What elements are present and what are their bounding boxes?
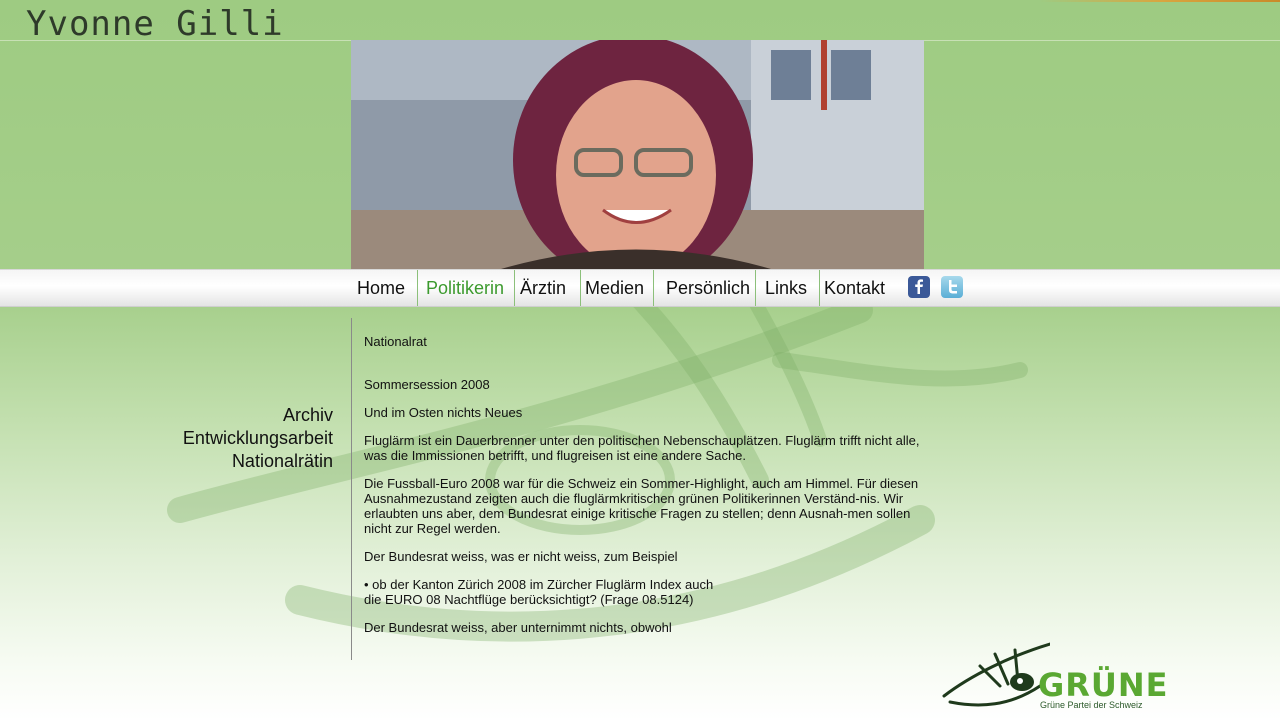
nav-separator bbox=[514, 270, 515, 306]
site-title: Yvonne Gilli bbox=[26, 4, 284, 44]
content-divider bbox=[351, 318, 352, 660]
article-paragraph: Fluglärm ist ein Dauerbrenner unter den … bbox=[364, 433, 920, 463]
nav-separator bbox=[819, 270, 820, 306]
sunflower-icon bbox=[942, 642, 1050, 707]
session-title: Sommersession 2008 bbox=[364, 377, 490, 392]
article-content: Nationalrat Sommersession 2008 Und im Os… bbox=[364, 334, 924, 648]
sidebar-item-nationalraetin[interactable]: Nationalrätin bbox=[183, 450, 333, 473]
nav-separator bbox=[417, 270, 418, 306]
twitter-icon[interactable] bbox=[941, 276, 963, 298]
facebook-icon[interactable] bbox=[908, 276, 930, 298]
header-bar: Yvonne Gilli bbox=[0, 0, 1280, 44]
section-title: Nationalrat bbox=[364, 334, 427, 349]
nav-home[interactable]: Home bbox=[357, 270, 405, 306]
nav-kontakt[interactable]: Kontakt bbox=[824, 270, 885, 306]
facebook-icon-glyph bbox=[915, 279, 923, 294]
sidebar-item-archiv[interactable]: Archiv bbox=[183, 404, 333, 427]
article-bullet: • ob der Kanton Zürich 2008 im Zürcher F… bbox=[364, 577, 924, 607]
sidebar-menu: Archiv Entwicklungsarbeit Nationalrätin bbox=[183, 404, 333, 473]
logo-wordmark: GRÜNE bbox=[1038, 666, 1169, 704]
bullet-line: • ob der Kanton Zürich 2008 im Zürcher F… bbox=[364, 577, 714, 592]
nav-separator bbox=[755, 270, 756, 306]
nav-separator bbox=[580, 270, 581, 306]
nav-aerztin[interactable]: Ärztin bbox=[520, 270, 566, 306]
bullet-line: die EURO 08 Nachtflüge berücksichtigt? (… bbox=[364, 592, 694, 607]
main-navigation: Home Politikerin Ärztin Medien Persönlic… bbox=[0, 269, 1280, 307]
article-paragraph: Der Bundesrat weiss, was er nicht weiss,… bbox=[364, 549, 678, 564]
logo-subtitle: Grüne Partei der Schweiz bbox=[1040, 700, 1143, 710]
twitter-icon-glyph bbox=[949, 280, 957, 294]
header-accent bbox=[1040, 0, 1280, 2]
nav-links[interactable]: Links bbox=[765, 270, 807, 306]
nav-persoenlich[interactable]: Persönlich bbox=[666, 270, 750, 306]
nav-separator bbox=[653, 270, 654, 306]
nav-medien[interactable]: Medien bbox=[585, 270, 644, 306]
article-paragraph: Die Fussball-Euro 2008 war für die Schwe… bbox=[364, 476, 919, 536]
gruene-logo[interactable]: GRÜNE Grüne Partei der Schweiz bbox=[940, 636, 1168, 716]
sidebar-item-entwicklungsarbeit[interactable]: Entwicklungsarbeit bbox=[183, 427, 333, 450]
article-paragraph: Der Bundesrat weiss, aber unternimmt nic… bbox=[364, 620, 672, 635]
nav-politikerin[interactable]: Politikerin bbox=[426, 270, 504, 306]
article-headline: Und im Osten nichts Neues bbox=[364, 405, 523, 420]
hero-portrait bbox=[351, 40, 924, 269]
